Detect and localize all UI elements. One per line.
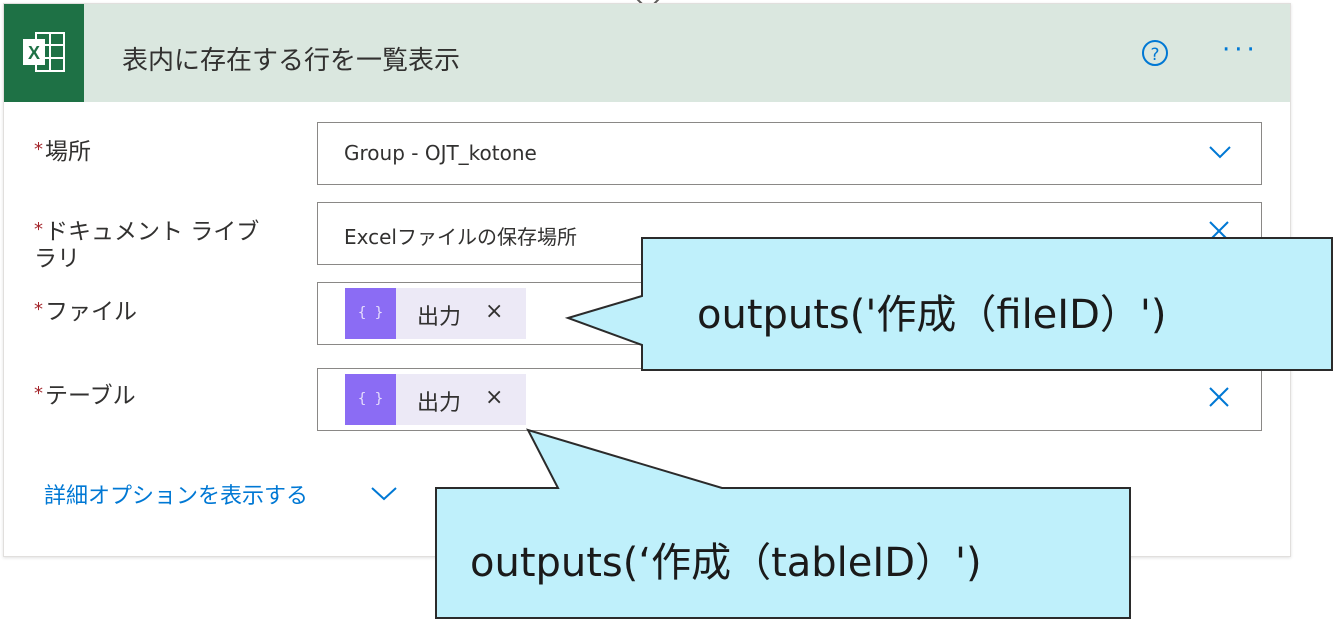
more-options-button[interactable]: ···	[1222, 37, 1259, 63]
file-label: *ファイル	[34, 296, 137, 326]
expression-icon: { }	[345, 288, 396, 339]
required-marker: *	[34, 383, 43, 404]
card-header[interactable]: X 表内に存在する行を一覧表示 ? ···	[4, 4, 1290, 102]
table-label-text: テーブル	[45, 383, 136, 409]
excel-tile: X	[4, 4, 84, 102]
expression-icon: { }	[345, 374, 396, 425]
library-label: *ドキュメント ライブ ラリ	[34, 216, 259, 273]
file-label-text: ファイル	[45, 299, 137, 325]
table-field[interactable]: { } 出力 ×	[317, 368, 1262, 431]
chevron-down-icon[interactable]	[1209, 141, 1231, 163]
help-button[interactable]: ?	[1142, 40, 1168, 66]
show-advanced-options-link[interactable]: 詳細オプションを表示する	[44, 478, 308, 510]
required-marker: *	[34, 139, 43, 160]
clear-icon[interactable]	[1207, 385, 1231, 409]
table-output-token[interactable]: { } 出力 ×	[345, 374, 526, 425]
location-dropdown[interactable]: Group - OJT_kotone	[317, 122, 1262, 185]
library-label-line1: ドキュメント ライブ	[45, 219, 260, 245]
remove-token-icon[interactable]: ×	[485, 299, 503, 324]
tableid-callout-text: outputs(‘作成（tableID）')	[470, 540, 982, 586]
location-label-text: 場所	[45, 139, 91, 165]
clear-icon[interactable]	[1207, 219, 1231, 243]
token-label: 出力	[417, 305, 462, 330]
remove-token-icon[interactable]: ×	[485, 385, 503, 410]
location-value: Group - OJT_kotone	[344, 141, 537, 165]
fileid-callout-text: outputs('作成（fileID）')	[697, 292, 1167, 338]
excel-icon: X	[23, 32, 65, 72]
card-title: 表内に存在する行を一覧表示	[122, 46, 461, 76]
chevron-down-icon[interactable]	[370, 483, 398, 503]
location-label: *場所	[34, 136, 91, 166]
library-field[interactable]: Excelファイルの保存場所	[317, 202, 1262, 265]
library-value: Excelファイルの保存場所	[344, 225, 577, 249]
table-label: *テーブル	[34, 380, 136, 410]
excel-icon-letter: X	[28, 43, 40, 63]
library-label-line2: ラリ	[34, 246, 80, 272]
file-output-token[interactable]: { } 出力 ×	[345, 288, 526, 339]
action-card: X 表内に存在する行を一覧表示 ? ··· *場所 Group - OJT_ko…	[3, 3, 1291, 557]
required-marker: *	[34, 299, 43, 320]
required-marker: *	[34, 219, 43, 240]
token-label: 出力	[417, 391, 462, 416]
